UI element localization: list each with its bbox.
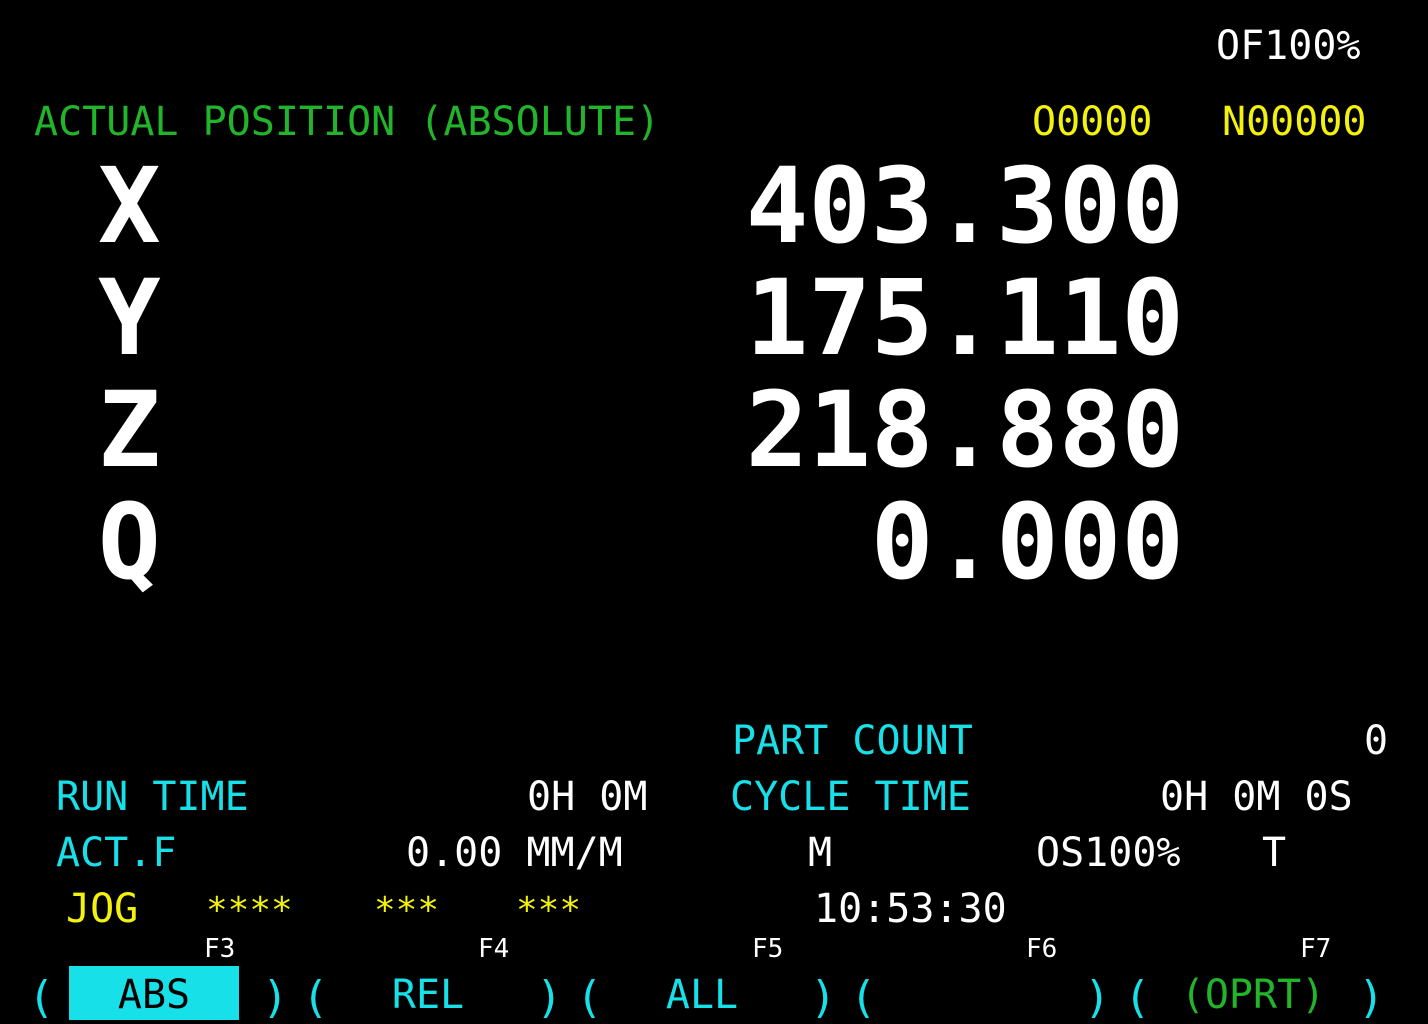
actual-feed-value: 0.00 MM/M (406, 830, 623, 876)
softkey-bracket-right: ) (1358, 972, 1385, 1023)
page-title: ACTUAL POSITION (ABSOLUTE) (34, 99, 661, 145)
axis-value: 403.300 (745, 145, 1184, 267)
softkey-bracket-right: ) (536, 972, 563, 1023)
program-number: O0000 (1032, 99, 1153, 145)
cycle-time-value: 0H 0M 0S (1160, 774, 1353, 820)
cycle-time-label: CYCLE TIME (730, 774, 971, 820)
softkey-label (891, 966, 1061, 1020)
softkey-label: (OPRT) (1180, 972, 1326, 1018)
fkey-label-f4: F4 (478, 934, 510, 964)
axis-value: 175.110 (745, 257, 1184, 379)
part-count-value: 0 (1364, 718, 1389, 764)
softkey-blank[interactable]: ( ) (846, 966, 1111, 1023)
axis-label: Q (98, 481, 161, 603)
softkey-label: ALL (665, 972, 739, 1018)
part-count-label: PART COUNT (732, 718, 973, 764)
fkey-label-f5: F5 (752, 934, 784, 964)
m-code: M (808, 830, 833, 876)
softkey-bracket-left: ( (576, 972, 603, 1023)
axis-value: 0.000 (870, 481, 1184, 603)
softkey-bracket-right: ) (1084, 972, 1111, 1023)
axis-label: Y (98, 257, 161, 379)
softkey-bracket-left: ( (28, 972, 55, 1023)
fkey-label-f6: F6 (1026, 934, 1058, 964)
softkey-abs[interactable]: ( ABS ) (24, 966, 289, 1023)
softkey-bracket-left: ( (850, 972, 877, 1023)
softkey-label: REL (391, 972, 465, 1018)
actual-feed-label: ACT.F (56, 830, 177, 876)
spindle-override: OS100% (1036, 830, 1181, 876)
t-code: T (1262, 830, 1287, 876)
sequence-number: N00000 (1222, 99, 1367, 145)
fkey-label-f7: F7 (1300, 934, 1332, 964)
axis-value: 218.880 (745, 369, 1184, 491)
axis-label: Z (98, 369, 161, 491)
softkey-bracket-left: ( (302, 972, 329, 1023)
softkey-oprt[interactable]: ( (OPRT) ) (1120, 966, 1385, 1023)
status-stars-1: **** (206, 890, 293, 931)
softkey-all[interactable]: ( ALL ) (572, 966, 837, 1023)
softkey-bracket-right: ) (262, 972, 289, 1023)
run-time-value: 0H 0M (527, 774, 648, 820)
feed-override-readout: OF100% (1216, 23, 1361, 69)
status-stars-2: *** (374, 890, 440, 931)
clock: 10:53:30 (814, 886, 1007, 932)
softkey-label: ABS (69, 966, 239, 1020)
softkey-rel[interactable]: ( REL ) (298, 966, 563, 1023)
status-stars-3: *** (516, 890, 582, 931)
axis-label: X (98, 145, 161, 267)
softkey-bracket-left: ( (1124, 972, 1151, 1023)
softkey-bar: ( ABS ) ( REL ) ( ALL ) ( ) ( (OPRT) ) (0, 966, 1428, 1020)
mode-indicator: JOG (66, 886, 139, 932)
run-time-label: RUN TIME (56, 774, 249, 820)
softkey-bracket-right: ) (810, 972, 837, 1023)
fkey-label-f3: F3 (204, 934, 236, 964)
